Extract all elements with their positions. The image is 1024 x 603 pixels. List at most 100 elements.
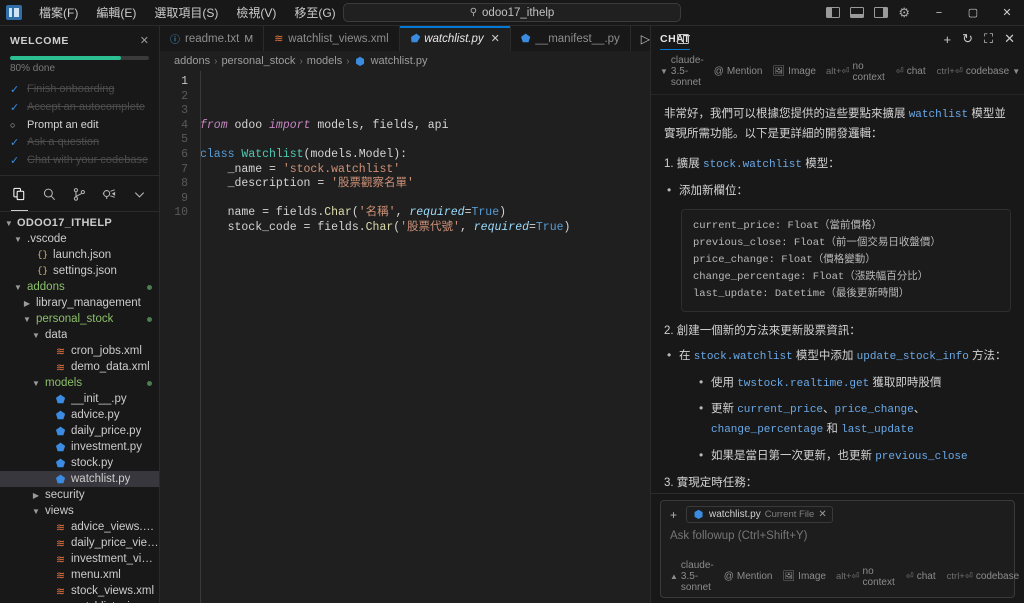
mention-button-footer[interactable]: @ Mention — [724, 571, 773, 582]
onboarding-task-4[interactable]: ✓ Chat with your codebase — [10, 151, 149, 169]
line-number: 2 — [181, 89, 188, 103]
editor-tabs: ⓘ readme.txt M ≋ watchlist_views.xml ⬟ watchli… — [160, 26, 631, 51]
editor-tab-readme-txt[interactable]: ⓘ readme.txt M — [160, 26, 265, 51]
inline-code: stock.watchlist — [693, 351, 793, 364]
tree-folder[interactable]: ▼ addons — [0, 279, 159, 295]
tree-folder[interactable]: ▼ views — [0, 503, 159, 519]
no-context-action[interactable]: alt+⏎ no context — [826, 61, 885, 83]
model-selector[interactable]: ▼ claude-3.5-sonnet — [660, 55, 704, 88]
onboarding-task-2[interactable]: ○ Prompt an edit — [10, 116, 149, 133]
tree-folder[interactable]: ▶ security — [0, 487, 159, 503]
explorer-icon[interactable] — [4, 181, 34, 211]
tree-file[interactable]: ⬟ investment.py — [0, 439, 159, 455]
tree-folder[interactable]: ▶ library_management — [0, 295, 159, 311]
expand-icon[interactable]: ⛶ — [984, 31, 993, 47]
menu-view[interactable]: 檢視(V) — [227, 1, 285, 24]
context-chip-current-file[interactable]: ⬢ watchlist.py Current File ✕ — [686, 506, 833, 523]
chevron-right-icon: ▶ — [32, 490, 40, 500]
run-icon[interactable]: ▷ — [641, 32, 650, 46]
editor-tab-watchlist-py[interactable]: ⬟ watchlist.py ✕ — [399, 26, 511, 51]
window-maximize-button[interactable]: ▢ — [956, 0, 990, 25]
menu-edit[interactable]: 編輯(E) — [87, 1, 145, 24]
close-icon[interactable]: ✕ — [818, 509, 826, 520]
line-number-gutter: 1 2 3 4 5 6 7 8 9 10 — [160, 71, 200, 603]
toggle-primary-sidebar-icon[interactable] — [826, 7, 841, 18]
codebase-action[interactable]: ctrl+⏎ codebase ▼ — [937, 66, 1020, 77]
codebase-label: codebase — [965, 66, 1010, 77]
plus-icon[interactable]: + — [667, 508, 680, 522]
menu-selection[interactable]: 選取項目(S) — [145, 1, 227, 24]
run-and-debug-icon[interactable] — [95, 181, 125, 207]
tree-folder[interactable]: ▼ data — [0, 327, 159, 343]
menu-file[interactable]: 檔案(F) — [30, 1, 87, 24]
onboarding-task-3[interactable]: ✓ Ask a question — [10, 133, 149, 151]
toggle-panel-icon[interactable] — [850, 7, 865, 18]
search-icon[interactable] — [34, 181, 64, 207]
tree-file[interactable]: ≋ daily_price_views.xml — [0, 535, 159, 551]
code-token: ) — [563, 220, 571, 234]
model-selector-footer[interactable]: ▲ claude-3.5-sonnet — [670, 560, 714, 593]
tree-folder[interactable]: ▼ models — [0, 375, 159, 391]
tree-file[interactable]: ≋ investment_views.xml — [0, 551, 159, 567]
tree-file[interactable]: ≋watchlist_views.xml — [0, 599, 159, 603]
menu-go[interactable]: 移至(G) — [285, 1, 344, 24]
chevron-down-icon[interactable] — [125, 181, 155, 207]
breadcrumb-personal-stock[interactable]: personal_stock — [221, 55, 295, 67]
tree-file[interactable]: ≋ advice_views.xml — [0, 519, 159, 535]
chat-action[interactable]: ⏎ chat — [896, 66, 926, 77]
chat-action-footer[interactable]: ⏎ chat — [906, 571, 936, 582]
close-icon[interactable]: ✕ — [1004, 31, 1015, 47]
tree-file[interactable]: {} launch.json — [0, 247, 159, 263]
explorer-root-folder[interactable]: ▼ ODOO17_ITHELP — [0, 215, 159, 231]
code-token: , — [459, 220, 474, 234]
gear-icon[interactable]: ⚙ — [898, 5, 910, 21]
split-editor-icon[interactable] — [676, 33, 689, 44]
tree-file[interactable]: {} settings.json — [0, 263, 159, 279]
tree-file[interactable]: ⬟ stock.py — [0, 455, 159, 471]
chat-sub-bullet: 更新 current_price、price_change、change_per… — [696, 399, 1011, 439]
window-close-button[interactable]: ✕ — [990, 0, 1024, 25]
chat-followup-input[interactable]: Ask followup (Ctrl+Shift+Y) — [667, 523, 1008, 558]
tree-file[interactable]: ≋ demo_data.xml — [0, 359, 159, 375]
toggle-secondary-sidebar-icon[interactable] — [874, 7, 889, 18]
codebase-action-footer[interactable]: ctrl+⏎ codebase ▲ — [947, 571, 1024, 582]
check-icon: ✓ — [10, 136, 20, 149]
close-icon[interactable]: ✕ — [491, 32, 500, 45]
inline-code: current_price — [737, 404, 824, 417]
tree-folder[interactable]: ▼ personal_stock — [0, 311, 159, 327]
no-context-action-footer[interactable]: alt+⏎ no context — [836, 566, 895, 588]
code-content[interactable]: from odoo import models, fields, api cla… — [200, 71, 650, 603]
editor-tab---manifest---py[interactable]: ⬟ __manifest__.py — [510, 26, 631, 51]
tree-file[interactable]: ⬟ daily_price.py — [0, 423, 159, 439]
chevron-down-icon: ▼ — [23, 314, 31, 324]
image-button[interactable]: 🖼 Image — [772, 66, 816, 77]
tree-file[interactable]: ⬟ __init__.py — [0, 391, 159, 407]
tree-file[interactable]: ≋ stock_views.xml — [0, 583, 159, 599]
tree-folder[interactable]: ▼ .vscode — [0, 231, 159, 247]
onboarding-task-0[interactable]: ✓ Finish onboarding — [10, 80, 149, 98]
code-token: name = fields. — [200, 206, 325, 220]
tree-file[interactable]: ≋ cron_jobs.xml — [0, 343, 159, 359]
window-minimize-button[interactable]: − — [922, 0, 956, 25]
breadcrumb-models[interactable]: models — [307, 55, 342, 67]
tree-file[interactable]: ⬟ advice.py — [0, 407, 159, 423]
breadcrumb-watchlist-py[interactable]: watchlist.py — [371, 55, 428, 67]
command-center-search[interactable]: ⚲ odoo17_ithelp — [343, 3, 681, 22]
editor-tab-watchlist-views-xml[interactable]: ≋ watchlist_views.xml — [264, 26, 400, 51]
tree-file[interactable]: ≋ menu.xml — [0, 567, 159, 583]
new-chat-icon[interactable]: + — [943, 32, 951, 47]
mention-button[interactable]: @ Mention — [714, 66, 763, 77]
breadcrumb-addons[interactable]: addons — [174, 55, 210, 67]
tree-file[interactable]: ⬟ watchlist.py — [0, 471, 159, 487]
editor-tab-label: __manifest__.py — [535, 32, 620, 45]
image-button-footer[interactable]: 🖼 Image — [782, 571, 826, 582]
no-context-kbd: alt+⏎ — [825, 66, 850, 77]
python-file-icon: ⬢ — [693, 509, 704, 521]
onboarding-task-1[interactable]: ✓ Accept an autocomplete — [10, 98, 149, 116]
history-icon[interactable]: ↻ — [962, 31, 973, 47]
close-icon[interactable]: ✕ — [140, 34, 149, 47]
code-editor[interactable]: 1 2 3 4 5 6 7 8 9 10 from odoo import models, fie… — [160, 71, 650, 603]
chat-input-box[interactable]: + ⬢ watchlist.py Current File ✕ Ask foll… — [660, 500, 1024, 598]
source-control-icon[interactable] — [64, 181, 94, 207]
